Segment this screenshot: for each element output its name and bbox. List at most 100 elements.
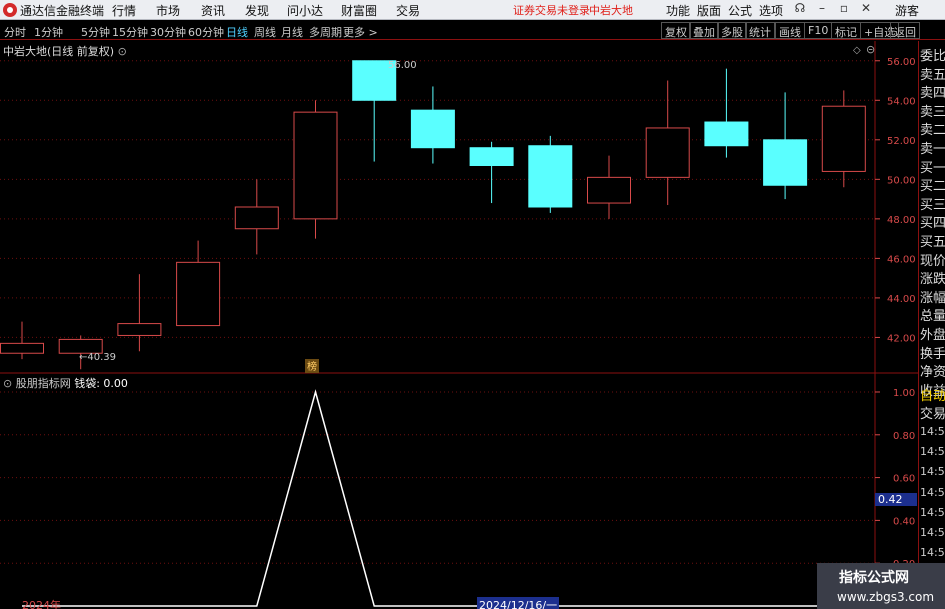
indicator-current-value-tag: 0.42 bbox=[875, 493, 917, 506]
guest-user[interactable]: 游客 bbox=[895, 2, 919, 19]
menu-item-ask-xiaoda[interactable]: 问小达 bbox=[287, 2, 323, 19]
tab-timeframe-daily[interactable]: 日线 bbox=[226, 24, 248, 40]
menu-item-discover[interactable]: 发现 bbox=[245, 2, 269, 19]
sidebar-label: 买二 bbox=[920, 179, 945, 195]
tab-timeframe-15min[interactable]: 15分钟 bbox=[112, 24, 148, 40]
rank-marker[interactable]: 榜 bbox=[307, 360, 317, 373]
high-price-label: 56.00 bbox=[388, 60, 417, 71]
back-button[interactable]: 返回 bbox=[890, 22, 920, 39]
header-stock-name: 中岩大地 bbox=[589, 4, 633, 17]
menu-item-news[interactable]: 资讯 bbox=[201, 2, 225, 19]
watermark-url: www.zbgs3.com bbox=[837, 590, 935, 604]
menu-item-market[interactable]: 市场 bbox=[156, 2, 180, 19]
tab-timeframe-monthly[interactable]: 月线 bbox=[281, 24, 303, 40]
xaxis-year-label: 2024年 bbox=[22, 599, 61, 609]
adjust-button[interactable]: 复权 bbox=[661, 22, 691, 39]
indicator-tick-label: 1.00 bbox=[893, 388, 915, 399]
tab-timeframe-5min[interactable]: 5分钟 bbox=[81, 24, 110, 40]
menu-item-functions[interactable]: 功能 bbox=[666, 2, 690, 19]
diamond-icon[interactable]: ◇ bbox=[853, 45, 861, 56]
zoom-icon[interactable]: ⊝ bbox=[866, 43, 875, 56]
tab-timeframe-multi[interactable]: 多周期 bbox=[309, 24, 342, 40]
chart-toolbar: 分时 1分钟 5分钟 15分钟 30分钟 60分钟 日线 周线 月线 多周期 更… bbox=[0, 21, 945, 40]
menu-bar: 通达信金融终端 行情 市场 资讯 发现 问小达 财富圈 交易 证券交易未登录 中… bbox=[0, 0, 945, 20]
app-logo-icon bbox=[3, 3, 17, 17]
app-title: 通达信金融终端 bbox=[20, 4, 105, 18]
minimize-icon[interactable]: – bbox=[814, 1, 830, 15]
candle-body-down bbox=[704, 121, 749, 147]
settings-dropdown-icon[interactable]: ⊙ bbox=[118, 45, 127, 58]
candle-body-up bbox=[645, 127, 690, 178]
candle-body-down bbox=[763, 139, 808, 186]
low-price-label: ←40.39 bbox=[79, 352, 116, 363]
candlestick-series bbox=[0, 60, 866, 370]
f10-button[interactable]: F10 bbox=[804, 22, 833, 39]
draw-line-button[interactable]: 画线 bbox=[775, 22, 805, 39]
sidebar-label: 外盘 bbox=[920, 328, 945, 343]
headset-icon[interactable]: ☊ bbox=[792, 1, 808, 15]
menu-item-layout[interactable]: 版面 bbox=[697, 2, 721, 19]
menu-item-market-quotes[interactable]: 行情 bbox=[112, 2, 136, 19]
sidebar-time: 14:56 bbox=[920, 485, 945, 499]
menu-item-options[interactable]: 选项 bbox=[759, 2, 783, 19]
tab-timeframe-weekly[interactable]: 周线 bbox=[254, 24, 276, 40]
price-chart-title-text: 中岩大地(日线 前复权) bbox=[3, 45, 115, 58]
sidebar-label: 卖五 bbox=[920, 67, 945, 83]
indicator-axis: 0.200.400.600.801.00 bbox=[875, 388, 915, 570]
watermark-title: 指标公式网 bbox=[839, 570, 909, 586]
candle-body-up bbox=[821, 105, 866, 172]
candle-body-up bbox=[0, 342, 44, 354]
price-tick-label: 54.00 bbox=[887, 96, 916, 107]
close-icon[interactable]: ✕ bbox=[858, 1, 874, 15]
sidebar-label: 换手 bbox=[920, 346, 945, 362]
price-tick-label: 56.00 bbox=[887, 57, 916, 68]
menu-item-trade[interactable]: 交易 bbox=[396, 2, 420, 19]
indicator-dropdown-icon[interactable]: ⊙ bbox=[3, 377, 12, 390]
statistics-button[interactable]: 统计 bbox=[745, 22, 775, 39]
sidebar-label: 卖四 bbox=[920, 86, 945, 102]
price-tick-label: 46.00 bbox=[887, 254, 916, 265]
price-tick-label: 42.00 bbox=[887, 333, 916, 344]
overlay-button[interactable]: 叠加 bbox=[689, 22, 719, 39]
watermark-logo: 指标公式网 www.zbgs3.com bbox=[817, 563, 945, 609]
sidebar-label: 买四 bbox=[920, 216, 945, 232]
price-tick-label: 48.00 bbox=[887, 215, 916, 226]
sidebar-trade-label: 交易 bbox=[920, 407, 945, 422]
menu-item-formula[interactable]: 公式 bbox=[728, 2, 752, 19]
sidebar-time: 14:56 bbox=[920, 505, 945, 519]
candle-body-up bbox=[587, 176, 631, 204]
tab-timeframe-intraday[interactable]: 分时 bbox=[4, 24, 26, 40]
price-tick-label: 44.00 bbox=[887, 294, 916, 305]
candle-body-up bbox=[176, 261, 221, 327]
tab-timeframe-60min[interactable]: 60分钟 bbox=[188, 24, 224, 40]
chart-area[interactable]: 42.00 44.00 46.00 48.00 50.00 52.00 54.00 56.00… bbox=[0, 41, 918, 609]
menu-item-wealth-circle[interactable]: 财富圈 bbox=[341, 2, 377, 19]
tab-timeframe-more[interactable]: 更多 > bbox=[343, 24, 378, 40]
sidebar-label: 涨幅 bbox=[920, 290, 945, 306]
indicator-title: ⊙ 股朋指标网 钱袋: 0.00 bbox=[3, 375, 128, 391]
price-chart-title: 中岩大地(日线 前复权) ⊙ bbox=[3, 43, 127, 59]
candle-body-up bbox=[234, 206, 279, 230]
price-axis: 42.00 44.00 46.00 48.00 50.00 52.00 54.00 56.00 bbox=[875, 57, 916, 344]
sidebar-label: 买三 bbox=[920, 197, 945, 213]
sidebar-label: 总量 bbox=[920, 309, 945, 325]
sidebar-label: 买一 bbox=[920, 160, 945, 176]
candle-body-up bbox=[293, 111, 338, 220]
trade-login-warning[interactable]: 证券交易未登录 bbox=[513, 2, 590, 18]
restore-icon[interactable]: ▫ bbox=[836, 1, 852, 15]
tab-timeframe-1min[interactable]: 1分钟 bbox=[34, 24, 63, 40]
tab-timeframe-30min[interactable]: 30分钟 bbox=[150, 24, 186, 40]
sidebar-label: 卖一 bbox=[920, 142, 945, 157]
indicator-tick-label: 0.40 bbox=[893, 516, 915, 527]
sidebar-auto-label: 自动 bbox=[920, 389, 945, 404]
xaxis-cursor-date: 2024/12/16/一 bbox=[477, 597, 560, 609]
sidebar-time: 14:56 bbox=[920, 445, 945, 459]
sidebar-label: 买五 bbox=[920, 235, 945, 250]
multi-stock-button[interactable]: 多股 bbox=[717, 22, 747, 39]
sidebar-label: 净资 bbox=[920, 365, 945, 381]
sidebar-time: 14:56 bbox=[920, 465, 945, 479]
sidebar-time: 14:56 bbox=[920, 526, 945, 539]
mark-button[interactable]: 标记 bbox=[831, 22, 861, 39]
sidebar-time: 14:56 bbox=[920, 546, 945, 560]
sidebar-label: 卖三 bbox=[920, 104, 945, 120]
